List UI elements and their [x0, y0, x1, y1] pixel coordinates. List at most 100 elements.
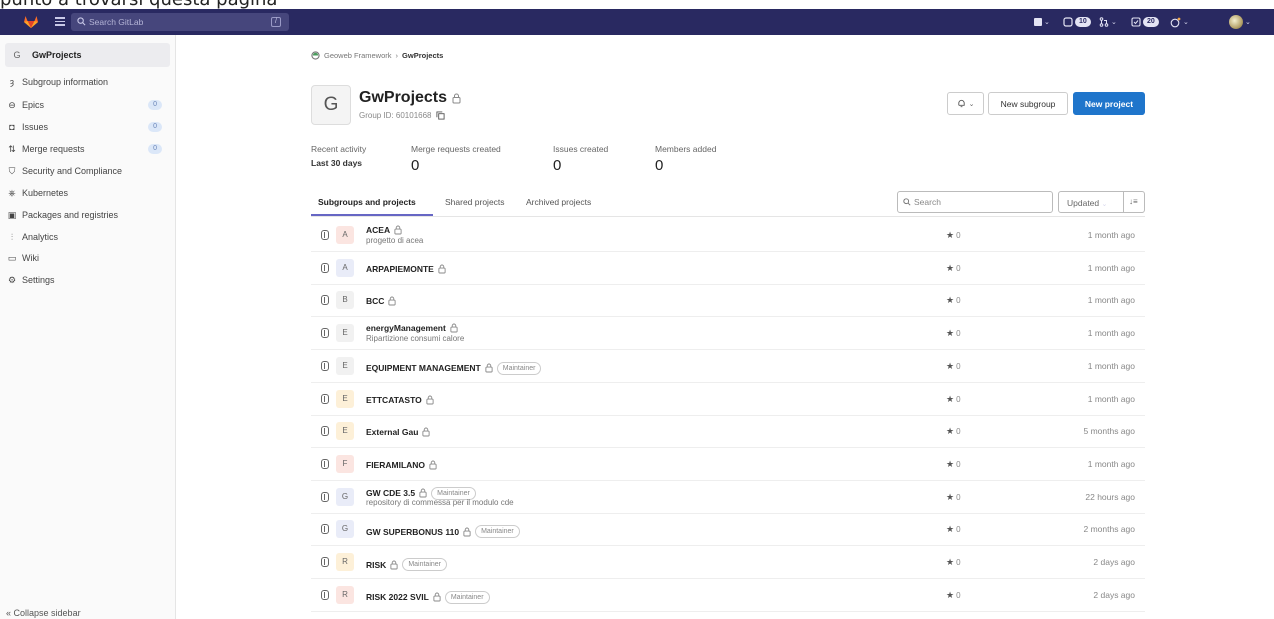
lock-icon: [388, 296, 396, 306]
create-new-button[interactable]: ⌄: [1034, 15, 1050, 29]
project-name-link[interactable]: RISK 2022 SVIL: [366, 592, 429, 602]
issues-icon: [1063, 17, 1073, 27]
updated-time: 1 month ago: [1087, 458, 1135, 469]
new-subgroup-button[interactable]: New subgroup: [988, 92, 1068, 115]
todo-count-badge: 20: [1143, 17, 1159, 27]
project-icon: [321, 393, 329, 404]
project-name-link[interactable]: GW SUPERBONUS 110: [366, 527, 459, 537]
table-row[interactable]: G GW SUPERBONUS 110 Maintainer ★ 0 2 months a…: [311, 513, 1145, 547]
menu-icon[interactable]: [55, 17, 65, 26]
project-icon: [321, 360, 329, 371]
star-count: ★ 0: [946, 492, 961, 503]
star-icon: ★: [946, 458, 955, 469]
project-name-row: energyManagement: [366, 323, 458, 333]
updated-time: 1 month ago: [1087, 328, 1135, 339]
sidebar-item-subgroup-information[interactable]: ȝ Subgroup information: [5, 73, 170, 91]
table-row[interactable]: R RISK 2022 SVIL Maintainer ★ 0 2 days ago: [311, 579, 1145, 612]
tab-archived-projects[interactable]: Archived projects: [526, 197, 591, 207]
star-count-value: 0: [956, 329, 961, 339]
chevron-down-icon: ⌄: [1111, 19, 1117, 26]
project-name-link[interactable]: ARPAPIEMONTE: [366, 264, 434, 274]
sidebar-item-security[interactable]: ⛉ Security and Compliance: [5, 162, 170, 180]
sidebar-item-epics[interactable]: ⊖ Epics 0: [5, 96, 170, 114]
collapse-sidebar-button[interactable]: « Collapse sidebar: [6, 608, 81, 618]
new-project-button[interactable]: New project: [1073, 92, 1145, 115]
copy-icon[interactable]: [435, 111, 445, 120]
sidebar-item-merge-requests[interactable]: ⇅ Merge requests 0: [5, 140, 170, 158]
gitlab-logo-icon[interactable]: [23, 13, 39, 29]
star-icon: ★: [946, 589, 955, 600]
role-badge: Maintainer: [475, 525, 520, 539]
wiki-icon: ▭: [7, 252, 17, 263]
issues-button[interactable]: 10: [1063, 15, 1091, 29]
table-row[interactable]: A ACEA progetto di acea ★ 0 1 month ago: [311, 219, 1145, 252]
table-row[interactable]: B BCC ★ 0 1 month ago: [311, 284, 1145, 318]
star-count: ★ 0: [946, 263, 961, 274]
table-row[interactable]: E ETTCATASTO ★ 0 1 month ago: [311, 383, 1145, 416]
project-icon: [321, 295, 329, 306]
project-name-link[interactable]: EQUIPMENT MANAGEMENT: [366, 363, 481, 373]
project-icon: [321, 230, 329, 240]
table-row[interactable]: F FIERAMILANO ★ 0 1 month ago: [311, 448, 1145, 481]
breadcrumb-current[interactable]: GwProjects: [402, 51, 443, 60]
star-count-value: 0: [956, 361, 961, 371]
project-name-link[interactable]: energyManagement: [366, 323, 446, 333]
group-avatar: G: [311, 85, 351, 125]
project-name-link[interactable]: External Gau: [366, 427, 418, 437]
notifications-dropdown[interactable]: ⌄: [947, 92, 984, 115]
updated-time: 5 months ago: [1083, 426, 1135, 437]
sort-divider: [1123, 192, 1124, 212]
sidebar-item-packages[interactable]: ▣ Packages and registries: [5, 206, 170, 224]
project-name-link[interactable]: ACEA: [366, 225, 390, 235]
global-search-input[interactable]: Search GitLab /: [71, 13, 289, 31]
sidebar-group-header[interactable]: G GwProjects: [5, 43, 170, 67]
project-icon: [321, 426, 329, 437]
todos-button[interactable]: 20: [1131, 15, 1159, 29]
sidebar-item-kubernetes[interactable]: ⎈ Kubernetes: [5, 184, 170, 202]
merge-requests-button[interactable]: ⌄: [1099, 15, 1117, 29]
issues-created-stat: Issues created 0: [553, 144, 608, 174]
project-name-link[interactable]: GW CDE 3.5: [366, 488, 415, 498]
table-row[interactable]: G GW CDE 3.5 Maintainer repository di comme…: [311, 481, 1145, 514]
project-avatar: E: [336, 422, 354, 441]
active-tab-indicator: [311, 214, 433, 216]
lock-icon: [485, 363, 493, 373]
breadcrumb-parent[interactable]: Geoweb Framework: [324, 51, 392, 60]
project-name-link[interactable]: RISK: [366, 560, 386, 570]
project-name-link[interactable]: BCC: [366, 296, 384, 306]
project-name-link[interactable]: FIERAMILANO: [366, 460, 425, 470]
group-id: Group ID: 60101668: [359, 111, 445, 120]
sidebar-item-label: Subgroup information: [22, 77, 109, 87]
sidebar-item-issues[interactable]: ◘ Issues 0: [5, 118, 170, 136]
chevron-down-icon: ⌄: [1245, 19, 1251, 26]
project-name-link[interactable]: ETTCATASTO: [366, 395, 422, 405]
star-count-value: 0: [956, 427, 961, 437]
tab-shared-projects[interactable]: Shared projects: [445, 197, 505, 207]
star-count-value: 0: [956, 558, 961, 567]
sidebar-item-settings[interactable]: ⚙ Settings: [5, 271, 170, 289]
tab-subgroups-and-projects[interactable]: Subgroups and projects: [318, 197, 416, 207]
project-avatar: F: [336, 454, 354, 473]
table-row[interactable]: E EQUIPMENT MANAGEMENT Maintainer ★ 0 1 month…: [311, 350, 1145, 383]
sidebar-item-wiki[interactable]: ▭ Wiki: [5, 249, 170, 267]
search-icon: [903, 198, 911, 206]
project-avatar: A: [336, 258, 354, 277]
sidebar-item-label: Settings: [22, 275, 55, 285]
sort-dropdown[interactable]: Updated ⌄ ↓≡: [1058, 191, 1145, 213]
package-icon: ▣: [7, 209, 17, 220]
star-icon: ★: [946, 426, 955, 437]
filter-search-input[interactable]: Search: [897, 191, 1053, 213]
sort-direction-icon[interactable]: ↓≡: [1129, 197, 1138, 206]
help-button[interactable]: ⌄: [1170, 15, 1189, 29]
bell-icon: [957, 99, 965, 108]
project-name-row: GW SUPERBONUS 110 Maintainer: [366, 525, 520, 539]
table-row[interactable]: A ARPAPIEMONTE ★ 0 1 month ago: [311, 252, 1145, 285]
user-menu-button[interactable]: ⌄: [1229, 15, 1251, 29]
project-name-row: EQUIPMENT MANAGEMENT Maintainer: [366, 361, 542, 375]
project-description: progetto di acea: [366, 236, 424, 245]
table-row[interactable]: E External Gau ★ 0 5 months ago: [311, 415, 1145, 449]
table-row[interactable]: EenergyManagement Ripartizione consumi ca…: [311, 317, 1145, 351]
sidebar-item-analytics[interactable]: ⫶ Analytics: [5, 228, 170, 246]
project-avatar: E: [336, 356, 354, 375]
table-row[interactable]: R RISK Maintainer ★ 0 2 days ago: [311, 546, 1145, 579]
